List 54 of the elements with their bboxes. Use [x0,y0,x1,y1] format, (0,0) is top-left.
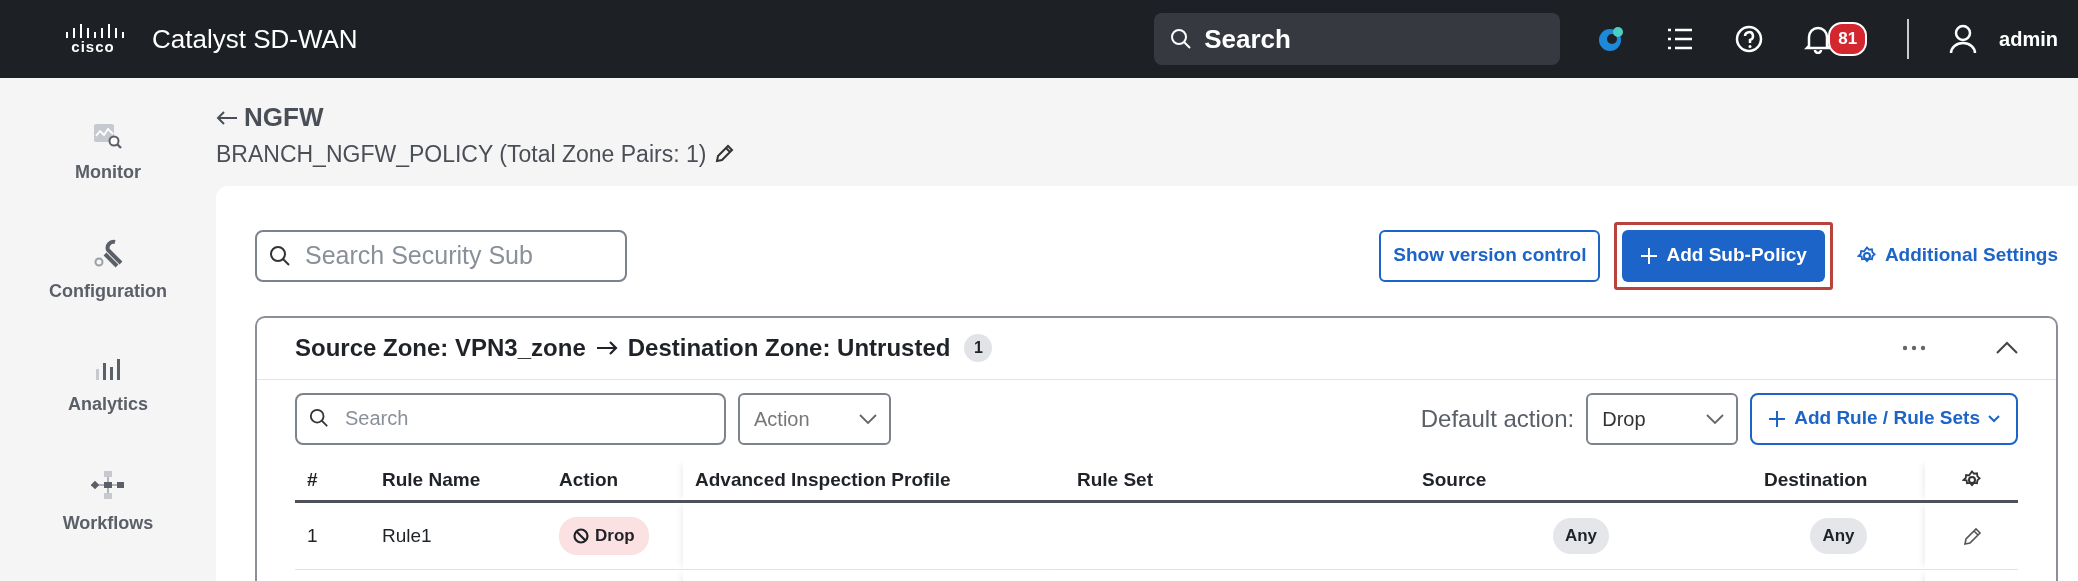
chevron-down-icon [859,413,877,424]
sidebar-item[interactable]: Configuration [43,237,173,306]
search-field[interactable]: Search [295,392,726,445]
chevron-down-icon [1988,414,2000,423]
column-header: Source [1410,459,1752,502]
version-control-button[interactable]: Show version control [1379,229,1601,282]
right-arrow-icon [595,340,618,356]
destination-badge: Any [1810,518,1867,554]
column-header: Rule Set [1065,459,1410,502]
more-icon[interactable] [1902,345,1926,351]
logo-text: cisco [71,39,115,54]
plus-icon [1640,246,1659,265]
count-badge: 1 [964,334,993,362]
policy-subtitle: BRANCH_NGFW_POLICY (Total Zone Pairs: 1) [216,140,707,169]
source-zone-label: Source Zone: VPN3_zone [295,333,586,363]
search-field[interactable]: Search Security Sub [255,229,627,282]
column-header: Action [547,459,683,502]
search-field[interactable]: Search [1154,13,1561,65]
monitor-chart-icon [93,123,123,149]
wrench-icon [93,238,123,268]
sidebar-item[interactable]: Workflows [56,469,160,538]
add-rule-button[interactable]: Add Rule / Rule Sets [1750,392,2018,445]
row-number: 1 [307,524,318,546]
column-header: Rule Name [370,459,547,502]
list-icon[interactable] [1666,27,1695,51]
help-icon[interactable] [1734,24,1765,54]
column-header: Destination [1752,459,1925,502]
chevron-icon[interactable] [1996,341,2018,355]
action-dropdown[interactable]: Action [738,392,891,445]
action-badge: Drop [559,517,649,555]
source-badge: Any [1552,518,1610,554]
page-title: NGFW [244,101,324,134]
user-icon[interactable] [1949,24,1978,54]
pencil-icon[interactable] [714,144,735,165]
bar-chart-icon [94,357,122,381]
default-action-label: Default action: [1420,403,1575,434]
notification-count: 81 [1828,22,1868,56]
destination-zone-label: Destination Zone: Untrusted [627,333,951,363]
pencil-icon[interactable] [1961,526,1982,547]
back-arrow-icon[interactable] [216,109,238,126]
rule-name: Rule1 [382,524,432,546]
additional-settings-link[interactable]: Additional Settings [1856,241,2058,270]
user-name[interactable]: admin [1999,24,2058,54]
chevron-down-icon [1706,413,1725,424]
prohibited-icon [573,528,589,544]
default-action-dropdown[interactable]: Drop [1586,392,1739,445]
sidebar-item[interactable]: Analytics [61,356,154,419]
plus-icon [1768,409,1787,428]
column-header: # [295,459,370,502]
column-header: Advanced Inspection Profile [683,459,1065,502]
app-title: Catalyst SD-WAN [152,22,358,56]
workflow-icon [91,470,125,500]
add-sub-policy-button[interactable]: Add Sub-Policy [1622,229,1825,282]
sidebar-item[interactable]: Monitor [69,122,147,187]
